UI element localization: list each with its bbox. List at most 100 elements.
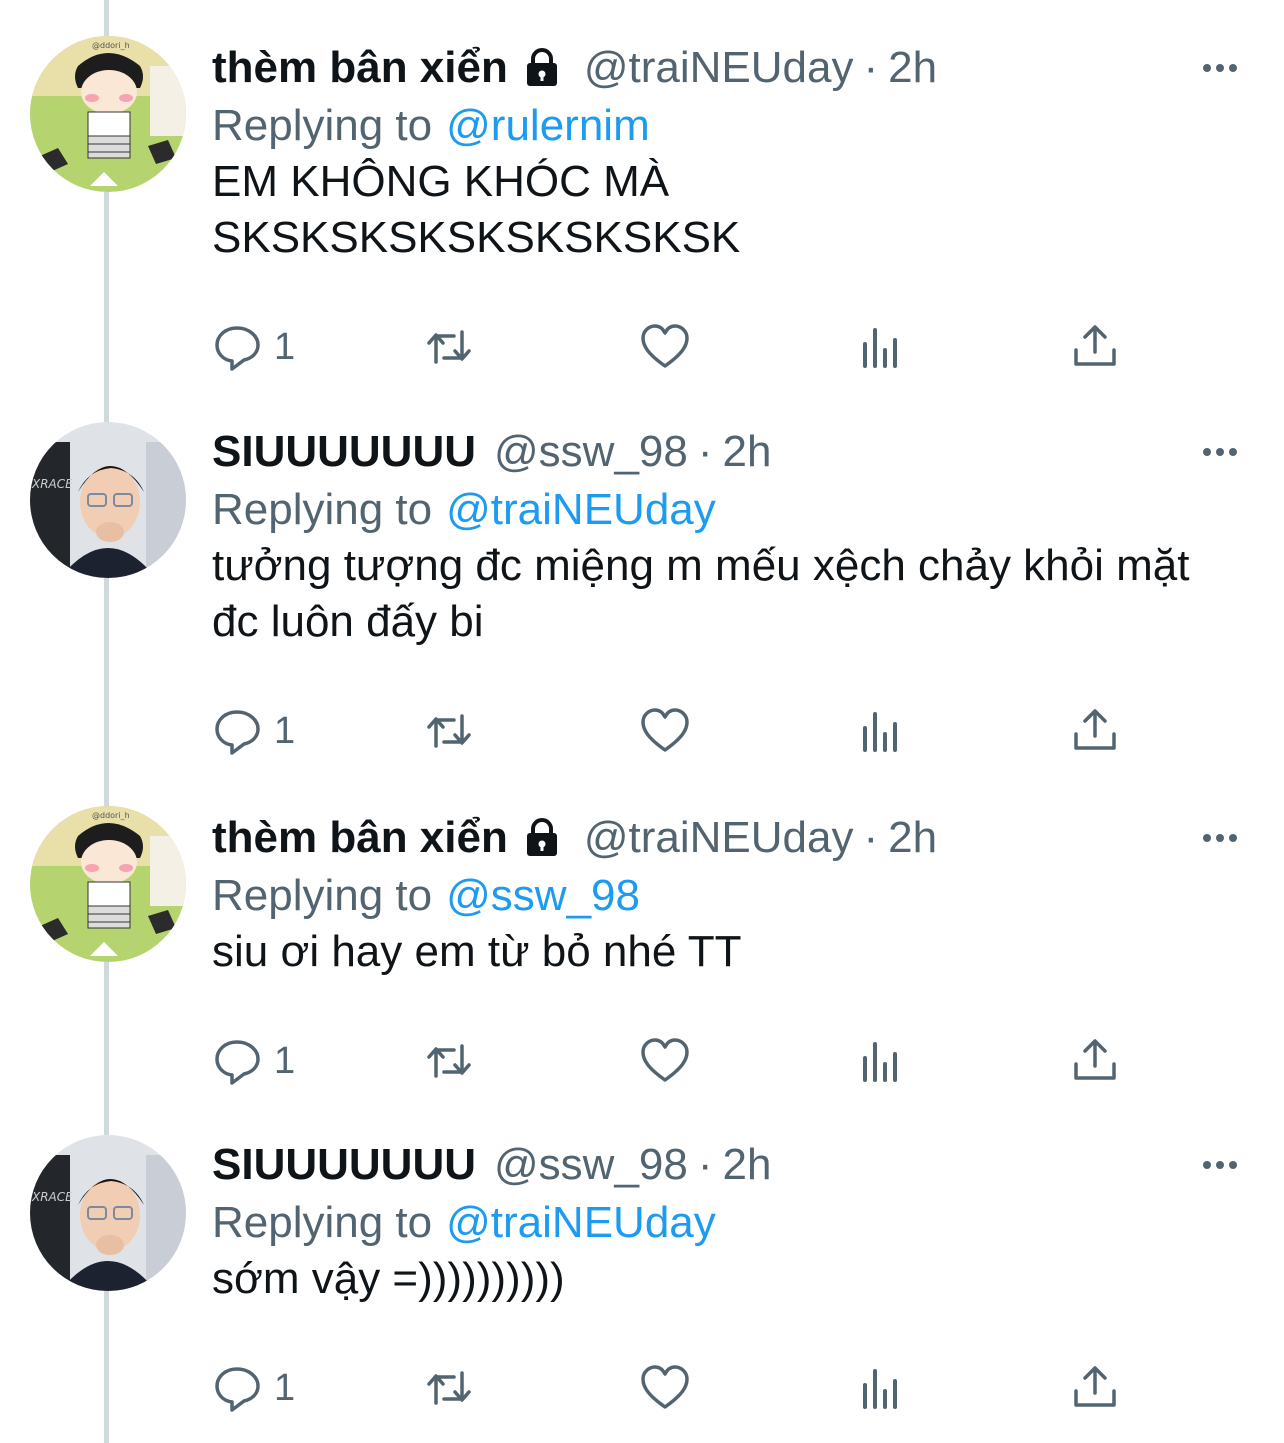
like-button[interactable] — [640, 322, 690, 372]
reply-count: 1 — [274, 325, 296, 368]
timestamp[interactable]: 2h — [723, 1137, 772, 1193]
timestamp[interactable]: 2h — [888, 810, 937, 866]
avatar[interactable]: @ddori_h — [30, 36, 186, 192]
more-icon[interactable] — [1200, 432, 1240, 472]
like-button[interactable] — [640, 706, 690, 756]
avatar[interactable]: XRACE — [30, 1135, 186, 1291]
reply-count: 1 — [274, 1039, 296, 1082]
retweet-button[interactable] — [424, 1036, 474, 1086]
separator-dot: · — [697, 1140, 713, 1189]
reply-icon — [212, 706, 262, 756]
like-icon — [640, 322, 690, 372]
replying-to-label: Replying to — [212, 1198, 433, 1247]
like-button[interactable] — [640, 1036, 690, 1086]
share-button[interactable] — [1070, 322, 1120, 372]
like-button[interactable] — [640, 1363, 690, 1413]
tweet-text: siu ơi hay em từ bỏ nhé TT — [212, 927, 742, 976]
separator-dot: · — [863, 813, 879, 862]
avatar[interactable]: XRACE — [30, 422, 186, 578]
tweet-actions: 1 — [212, 706, 1152, 756]
like-icon — [640, 1036, 690, 1086]
analytics-icon — [857, 322, 907, 372]
tweet-text: sớm vậy =)))))))))) — [212, 1254, 565, 1303]
reply-icon — [212, 1363, 262, 1413]
user-handle[interactable]: @traiNEUday — [584, 40, 854, 96]
replying-to: Replying to @traiNEUday — [212, 482, 716, 538]
user-handle[interactable]: @traiNEUday — [584, 810, 854, 866]
share-button[interactable] — [1070, 706, 1120, 756]
share-icon — [1070, 1036, 1120, 1086]
retweet-icon — [424, 1036, 474, 1086]
like-icon — [640, 706, 690, 756]
analytics-button[interactable] — [857, 1036, 907, 1086]
replying-to-label: Replying to — [212, 101, 433, 150]
replying-to: Replying to @traiNEUday — [212, 1195, 716, 1251]
svg-text:@ddori_h: @ddori_h — [92, 811, 130, 820]
tweet-header: thèm bân xiển @traiNEUday · 2h — [212, 810, 937, 866]
display-name[interactable]: SIUUUUUUU — [212, 424, 476, 480]
user-handle[interactable]: @ssw_98 — [494, 424, 688, 480]
share-button[interactable] — [1070, 1036, 1120, 1086]
replying-to-label: Replying to — [212, 871, 433, 920]
retweet-icon — [424, 706, 474, 756]
more-icon[interactable] — [1200, 48, 1240, 88]
separator-dot: · — [697, 427, 713, 476]
more-icon[interactable] — [1200, 818, 1240, 858]
retweet-button[interactable] — [424, 322, 474, 372]
more-icon[interactable] — [1200, 1145, 1240, 1185]
reply-count: 1 — [274, 709, 296, 752]
avatar-photo-image: XRACE — [30, 1135, 186, 1291]
lock-icon — [518, 48, 566, 88]
reply-button[interactable]: 1 — [212, 322, 295, 372]
share-icon — [1070, 706, 1120, 756]
like-icon — [640, 1363, 690, 1413]
reply-count: 1 — [274, 1366, 296, 1409]
share-icon — [1070, 1363, 1120, 1413]
display-name[interactable]: thèm bân xiển — [212, 40, 508, 96]
avatar-cartoon-image: @ddori_h — [30, 36, 186, 192]
timestamp[interactable]: 2h — [888, 40, 937, 96]
retweet-button[interactable] — [424, 1363, 474, 1413]
tweet-header: thèm bân xiển @traiNEUday · 2h — [212, 40, 937, 96]
lock-icon — [518, 818, 566, 858]
analytics-button[interactable] — [857, 322, 907, 372]
tweet-actions: 1 — [212, 1036, 1152, 1086]
tweet-header: SIUUUUUUU @ssw_98 · 2h — [212, 1137, 771, 1193]
analytics-button[interactable] — [857, 706, 907, 756]
tweet-text: tưởng tượng đc miệng m mếu xệch chảy khỏ… — [212, 541, 1190, 646]
replying-to-label: Replying to — [212, 485, 433, 534]
replying-to-mention[interactable]: @traiNEUday — [446, 485, 716, 534]
replying-to-mention[interactable]: @ssw_98 — [446, 871, 640, 920]
replying-to: Replying to @ssw_98 — [212, 868, 640, 924]
svg-text:XRACE: XRACE — [31, 1190, 73, 1204]
avatar-cartoon-image: @ddori_h — [30, 806, 186, 962]
replying-to-mention[interactable]: @traiNEUday — [446, 1198, 716, 1247]
reply-icon — [212, 322, 262, 372]
retweet-button[interactable] — [424, 706, 474, 756]
svg-text:@ddori_h: @ddori_h — [92, 41, 130, 50]
display-name[interactable]: thèm bân xiển — [212, 810, 508, 866]
share-button[interactable] — [1070, 1363, 1120, 1413]
reply-button[interactable]: 1 — [212, 706, 295, 756]
share-icon — [1070, 322, 1120, 372]
svg-text:XRACE: XRACE — [31, 477, 73, 491]
retweet-icon — [424, 1363, 474, 1413]
tweet-header: SIUUUUUUU @ssw_98 · 2h — [212, 424, 771, 480]
reply-button[interactable]: 1 — [212, 1363, 295, 1413]
analytics-icon — [857, 1363, 907, 1413]
analytics-button[interactable] — [857, 1363, 907, 1413]
tweet-text: EM KHÔNG KHÓC MÀ SKSKSKSKSKSKSKSKSK — [212, 157, 741, 262]
reply-button[interactable]: 1 — [212, 1036, 295, 1086]
timestamp[interactable]: 2h — [723, 424, 772, 480]
avatar-photo-image: XRACE — [30, 422, 186, 578]
tweet-actions: 1 — [212, 1363, 1152, 1413]
avatar[interactable]: @ddori_h — [30, 806, 186, 962]
separator-dot: · — [863, 43, 879, 92]
replying-to-mention[interactable]: @rulernim — [446, 101, 650, 150]
display-name[interactable]: SIUUUUUUU — [212, 1137, 476, 1193]
analytics-icon — [857, 706, 907, 756]
user-handle[interactable]: @ssw_98 — [494, 1137, 688, 1193]
retweet-icon — [424, 322, 474, 372]
replying-to: Replying to @rulernim — [212, 98, 650, 154]
analytics-icon — [857, 1036, 907, 1086]
